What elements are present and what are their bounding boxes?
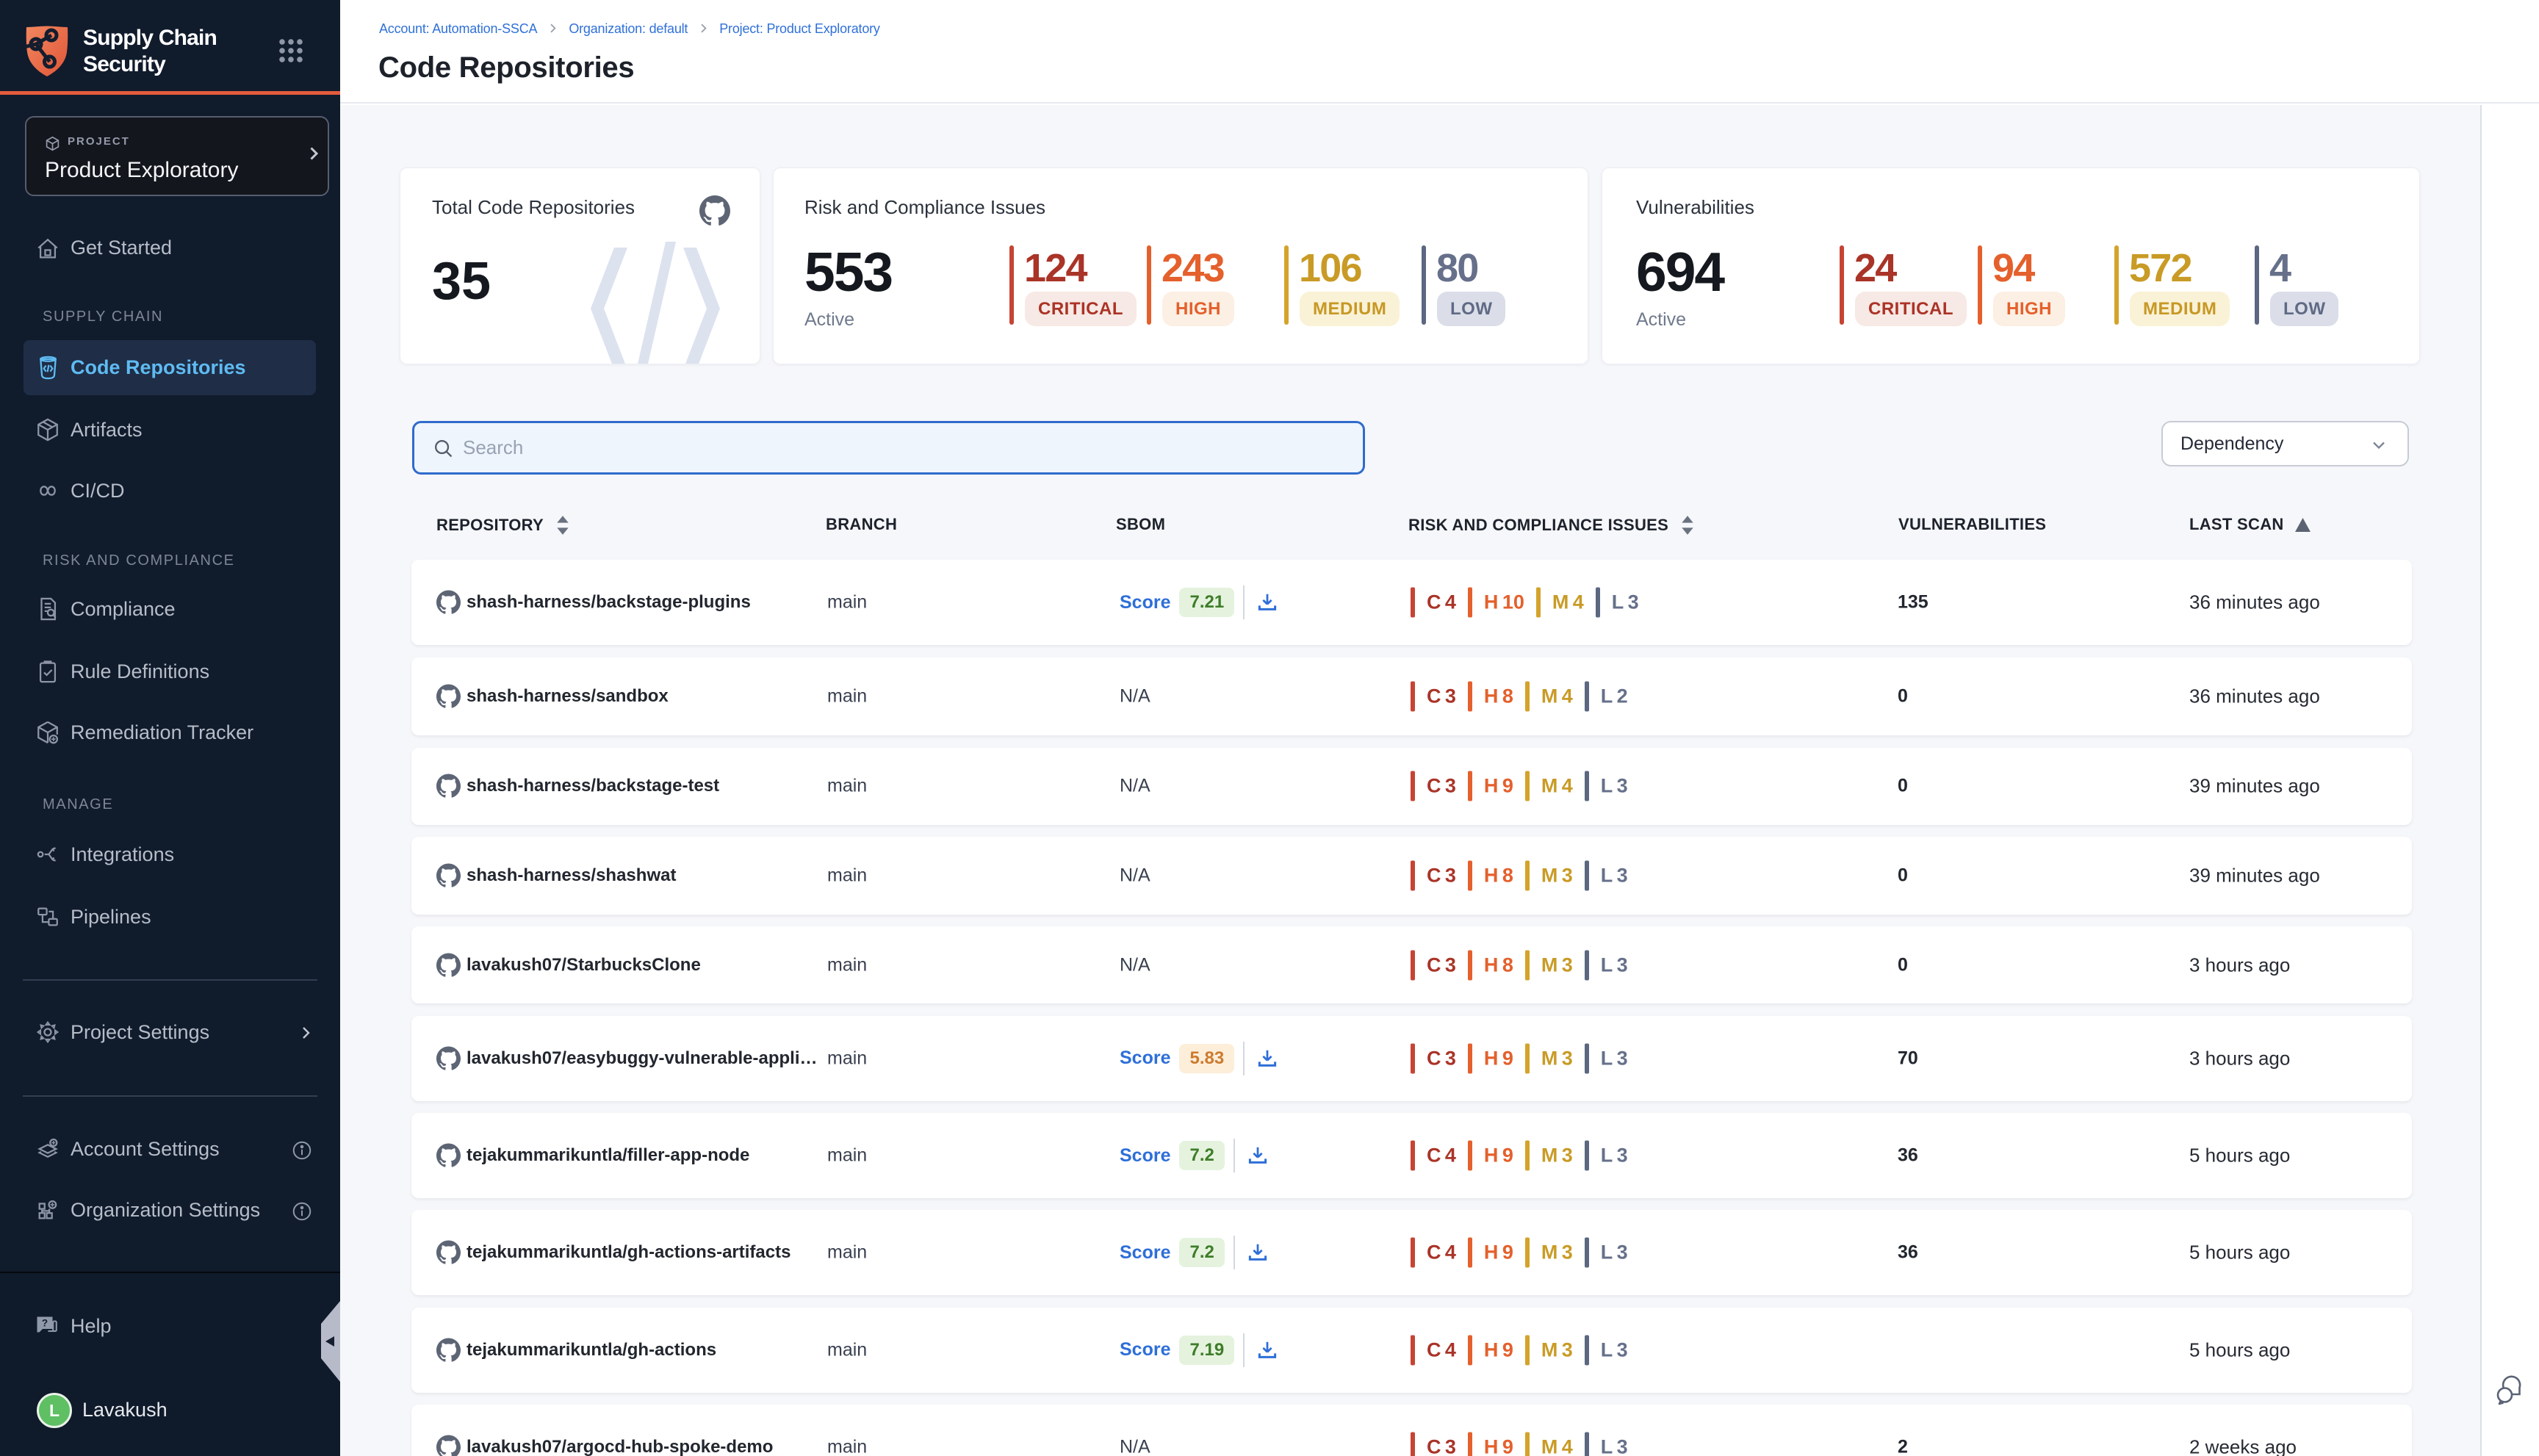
svg-text:?: ? bbox=[42, 1317, 48, 1328]
